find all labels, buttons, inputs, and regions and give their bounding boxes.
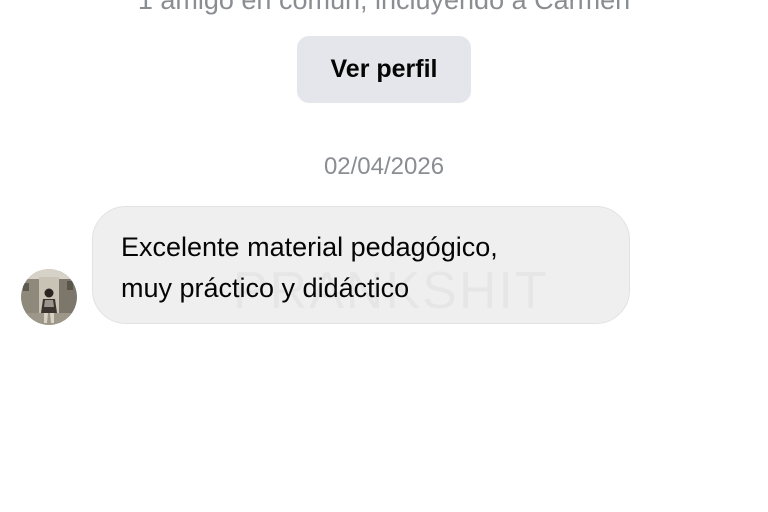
- message-text: Excelente material pedagógico, muy práct…: [121, 227, 601, 309]
- message-line: muy práctico y didáctico: [121, 273, 410, 303]
- avatar[interactable]: [21, 269, 77, 325]
- chat-thread: 1 amigo en común, incluyendo a Carmen Ve…: [0, 0, 768, 512]
- message-line: Excelente material pedagógico,: [121, 232, 498, 262]
- view-profile-button[interactable]: Ver perfil: [297, 36, 471, 103]
- mutual-friends-text: 1 amigo en común, incluyendo a Carmen: [137, 0, 631, 15]
- avatar-photo: [21, 269, 77, 325]
- message-bubble[interactable]: PRANKSHIT Excelente material pedagógico,…: [92, 206, 630, 324]
- message-timestamp: 02/04/2026: [323, 153, 445, 180]
